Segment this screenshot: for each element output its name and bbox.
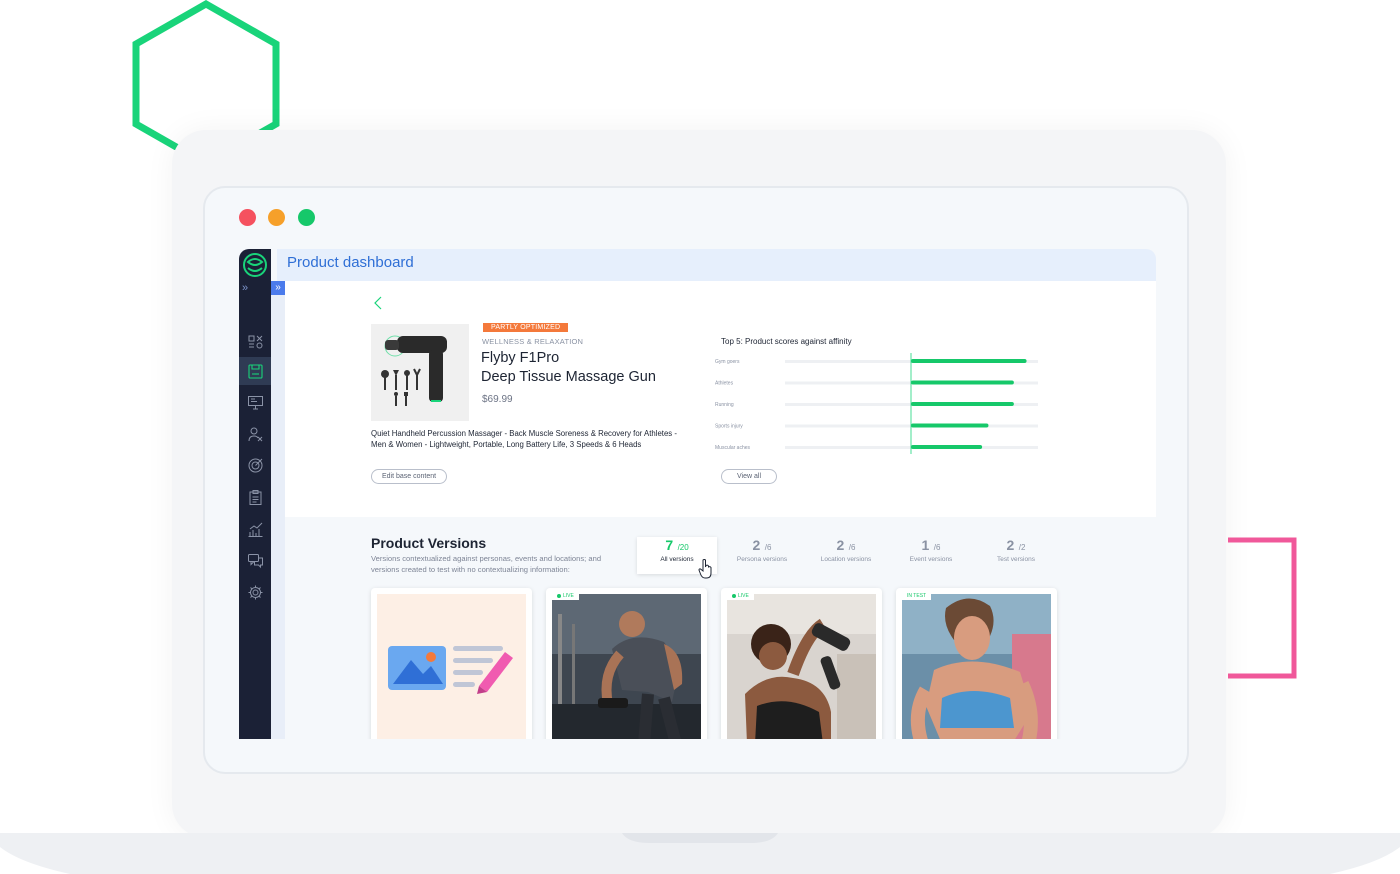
stat-total: /6: [848, 543, 856, 552]
stat-count: 2: [836, 537, 845, 553]
live-dot-icon: [557, 593, 561, 598]
versions-title: Product Versions: [371, 535, 487, 551]
versions-subtitle: Versions contextualized against personas…: [371, 554, 602, 574]
score-row-label: Gym goers: [715, 359, 740, 365]
optimization-status-badge: PARTLY OPTIMIZED: [483, 323, 569, 332]
hexagon-outline-decoration: [132, 0, 280, 150]
score-row-label: Sports injury: [715, 424, 743, 430]
woman-exercising-photo: [902, 594, 1051, 739]
analytics-icon: [248, 522, 262, 537]
stat-total: /6: [933, 543, 941, 552]
live-dot-icon: [732, 593, 736, 598]
product-name-line2: Deep Tissue Massage Gun: [481, 369, 656, 385]
version-card[interactable]: LIVE: [721, 588, 882, 739]
pink-bracket-decoration: [1228, 537, 1297, 679]
status-text: LIVE: [738, 593, 749, 599]
product-image: [371, 324, 469, 421]
edit-base-content-button[interactable]: Edit base content: [371, 469, 447, 484]
target-icon: [248, 458, 262, 472]
sidebar-item-settings[interactable]: [239, 578, 271, 606]
stat-event-versions[interactable]: 1 /6 Event versions: [891, 537, 971, 574]
window-minimize-dot[interactable]: [268, 209, 285, 226]
product-description: Quiet Handheld Percussion Massager - Bac…: [371, 429, 677, 449]
affinity-scores-title: Top 5: Product scores against affinity: [721, 337, 852, 346]
version-card[interactable]: IN TEST: [896, 588, 1057, 739]
score-row-label: Athletes: [715, 381, 734, 387]
collapse-sidebar-button[interactable]: »: [271, 281, 285, 295]
product-icon: [247, 363, 263, 379]
laptop-base: [0, 833, 1400, 874]
sidebar-item-product[interactable]: [239, 357, 271, 385]
brand-logo-icon[interactable]: [242, 252, 268, 278]
product-overview-card: PARTLY OPTIMIZED WELLNESS & RELAXATION F…: [285, 281, 1156, 517]
sidebar-item-clipboard[interactable]: [239, 483, 271, 511]
tools-icon: [248, 335, 262, 348]
status-text: IN TEST: [907, 593, 927, 599]
status-text: LIVE: [563, 593, 574, 599]
sidebar-item-monitor[interactable]: [239, 388, 271, 416]
persona-icon: [248, 427, 262, 441]
stat-label: Test versions: [997, 556, 1035, 563]
stat-count: 2: [1006, 537, 1015, 553]
score-bar: [911, 359, 1027, 363]
page-title: Product dashboard: [287, 254, 414, 271]
sidebar-item-persona[interactable]: [239, 420, 271, 448]
stat-count: 2: [752, 537, 761, 553]
app-window: » » Product dashboard PARTLY OPTIMIZED W…: [239, 249, 1156, 739]
collapse-strip: [271, 281, 285, 739]
version-card[interactable]: LIVE: [546, 588, 707, 739]
stat-count: 1: [921, 537, 930, 553]
stat-label: Event versions: [909, 556, 953, 563]
back-chevron-icon[interactable]: [373, 296, 383, 310]
monitor-icon: [247, 395, 263, 409]
stat-label: Location versions: [820, 556, 872, 563]
sidebar-item-tools[interactable]: [239, 327, 271, 355]
view-all-button[interactable]: View all: [721, 469, 777, 484]
score-row-label: Muscular aches: [715, 445, 751, 451]
stat-location-versions[interactable]: 2 /6 Location versions: [806, 537, 886, 574]
live-status-badge: LIVE: [552, 592, 579, 600]
score-row-label: Running: [715, 402, 734, 408]
test-status-badge: IN TEST: [902, 592, 932, 600]
man-lifting-dumbbell-photo: [552, 594, 701, 739]
laptop-screen: » » Product dashboard PARTLY OPTIMIZED W…: [203, 186, 1189, 774]
gear-icon: [248, 585, 262, 599]
stat-total: /20: [677, 543, 689, 552]
product-name: Flyby F1Pro Deep Tissue Massage Gun: [481, 349, 741, 387]
sidebar-item-target[interactable]: [239, 451, 271, 479]
affinity-scores-chart: Gym goers Athletes Running Sports injury Mus…: [715, 353, 1038, 454]
score-bar: [911, 380, 1014, 385]
chat-icon: [247, 553, 263, 568]
product-name-line1: Flyby F1Pro: [481, 350, 560, 366]
score-bar: [911, 445, 983, 449]
image-text-illustration: [377, 594, 526, 739]
stat-test-versions[interactable]: 2 /2 Test versions: [976, 537, 1056, 574]
score-bar: [911, 423, 989, 428]
stat-label: Persona versions: [736, 556, 788, 563]
stat-total: /6: [764, 543, 772, 552]
sidebar-item-chat[interactable]: [239, 546, 271, 574]
stat-persona-versions[interactable]: 2 /6 Persona versions: [722, 537, 802, 574]
woman-using-massage-gun-photo: [727, 594, 876, 739]
score-bar: [911, 402, 1014, 406]
clipboard-icon: [249, 489, 261, 505]
sidebar-item-analytics[interactable]: [239, 515, 271, 543]
window-close-dot[interactable]: [239, 209, 256, 226]
stat-total: /2: [1018, 543, 1026, 552]
version-card[interactable]: [371, 588, 532, 739]
live-status-badge: LIVE: [727, 592, 754, 600]
product-price: $69.99: [482, 394, 513, 405]
sidebar: »: [239, 249, 271, 739]
stat-count: 7: [665, 537, 674, 553]
product-category: WELLNESS & RELAXATION: [482, 337, 584, 346]
hand-cursor-icon: [698, 559, 712, 579]
window-maximize-dot[interactable]: [298, 209, 315, 226]
expand-sidebar-icon[interactable]: »: [239, 282, 271, 295]
